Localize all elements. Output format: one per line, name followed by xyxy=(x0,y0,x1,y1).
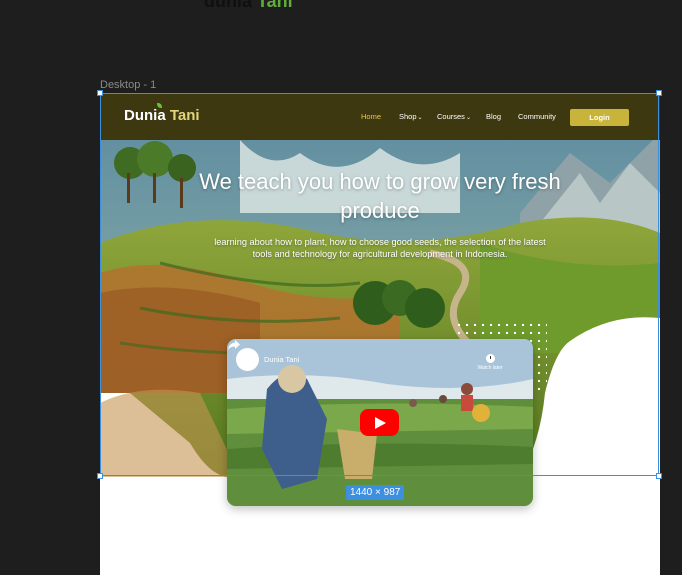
nav-courses[interactable]: Courses⌄ xyxy=(437,112,471,121)
video-embed[interactable]: Dunia Tani Watch later xyxy=(227,339,533,506)
chevron-down-icon: ⌄ xyxy=(417,115,423,121)
frame-name-label[interactable]: Desktop - 1 xyxy=(100,79,156,91)
hero-title: We teach you how to grow very fresh prod… xyxy=(199,169,561,223)
video-title[interactable]: Dunia Tani xyxy=(264,355,299,364)
site-logo[interactable]: Dunia Tani xyxy=(124,103,200,124)
resize-handle-bottom-left[interactable] xyxy=(97,473,103,479)
leaf-icon xyxy=(157,103,162,108)
clock-icon xyxy=(485,354,495,363)
nav-blog[interactable]: Blog xyxy=(486,112,501,121)
share-icon[interactable] xyxy=(227,339,241,351)
nav-shop-label: Shop xyxy=(399,112,417,121)
login-button[interactable]: Login xyxy=(570,109,629,126)
watch-later-button[interactable]: Watch later xyxy=(475,354,505,371)
artboard-desktop[interactable]: Dunia Tani Home Shop⌄ Courses⌄ Blog Comm… xyxy=(100,93,660,575)
resize-handle-top-right[interactable] xyxy=(656,90,662,96)
nav-community[interactable]: Community xyxy=(518,112,556,121)
frame-size-badge: 1440 × 987 xyxy=(346,485,405,500)
nav-home[interactable]: Home xyxy=(361,112,381,121)
canvas-top-label-b: Tani xyxy=(257,0,293,11)
resize-handle-bottom-right[interactable] xyxy=(656,473,662,479)
canvas-top-label-a: dunia xyxy=(204,0,257,11)
nav-courses-label: Courses xyxy=(437,112,465,121)
youtube-play-icon[interactable] xyxy=(360,409,399,436)
hero-subtitle: learning about how to plant, how to choo… xyxy=(214,237,546,259)
watch-later-label: Watch later xyxy=(477,365,503,371)
nav-shop[interactable]: Shop⌄ xyxy=(399,112,423,121)
resize-handle-top-left[interactable] xyxy=(97,90,103,96)
canvas-top-label: dunia Tani xyxy=(204,0,293,12)
site-navbar: Dunia Tani Home Shop⌄ Courses⌄ Blog Comm… xyxy=(100,93,660,140)
chevron-down-icon: ⌄ xyxy=(465,115,471,121)
logo-text-a: Dunia xyxy=(124,107,170,124)
channel-avatar[interactable] xyxy=(236,348,259,371)
logo-text-b: Tani xyxy=(169,107,200,124)
